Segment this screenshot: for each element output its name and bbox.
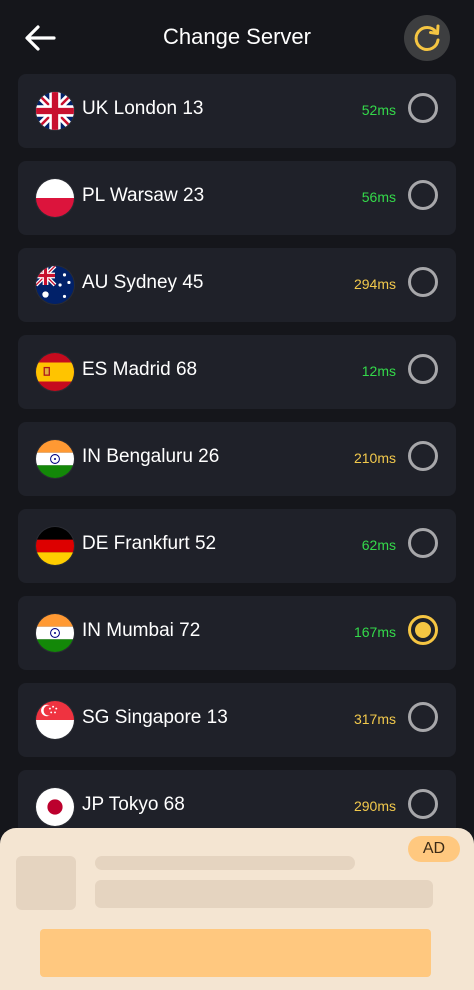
server-name: UK London 13	[82, 98, 204, 119]
server-ping: 317ms	[353, 711, 396, 727]
server-row[interactable]: SG Singapore 13 317ms	[18, 683, 456, 757]
server-row[interactable]: IN Mumbai 72 167ms	[18, 596, 456, 670]
ad-cta-button[interactable]	[40, 929, 431, 977]
ad-image-placeholder	[16, 856, 76, 910]
spain-flag-icon	[36, 353, 74, 391]
server-ping: 56ms	[361, 189, 396, 205]
server-radio-selected[interactable]	[408, 615, 438, 645]
uk-flag-icon	[36, 92, 74, 130]
server-name: AU Sydney 45	[82, 272, 204, 293]
server-ping: 290ms	[353, 798, 396, 814]
poland-flag-icon	[36, 179, 74, 217]
server-row[interactable]: PL Warsaw 23 56ms	[18, 161, 456, 235]
server-row[interactable]: ES Madrid 68 12ms	[18, 335, 456, 409]
server-name: JP Tokyo 68	[82, 794, 185, 815]
ad-title-placeholder	[95, 856, 355, 870]
server-radio[interactable]	[408, 354, 438, 384]
india-flag-icon	[36, 440, 74, 478]
refresh-icon	[414, 24, 440, 51]
server-radio[interactable]	[408, 789, 438, 819]
server-radio[interactable]	[408, 702, 438, 732]
server-name: SG Singapore 13	[82, 707, 228, 728]
server-row[interactable]: AU Sydney 45 294ms	[18, 248, 456, 322]
server-ping: 167ms	[353, 624, 396, 640]
server-ping: 12ms	[361, 363, 396, 379]
server-ping: 62ms	[361, 537, 396, 553]
japan-flag-icon	[36, 788, 74, 826]
server-name: ES Madrid 68	[82, 359, 198, 380]
server-row[interactable]: DE Frankfurt 52 62ms	[18, 509, 456, 583]
server-radio[interactable]	[408, 93, 438, 123]
server-radio[interactable]	[408, 267, 438, 297]
refresh-button[interactable]	[404, 15, 450, 61]
server-radio[interactable]	[408, 528, 438, 558]
server-ping: 294ms	[353, 276, 396, 292]
server-row[interactable]: IN Bengaluru 26 210ms	[18, 422, 456, 496]
india-flag-icon	[36, 614, 74, 652]
ad-badge: AD	[408, 836, 460, 862]
server-list: UK London 13 52ms PL Warsaw 23 56ms AU S…	[18, 74, 456, 857]
server-radio[interactable]	[408, 441, 438, 471]
server-name: PL Warsaw 23	[82, 185, 205, 206]
server-row[interactable]: UK London 13 52ms	[18, 74, 456, 148]
server-name: IN Mumbai 72	[82, 620, 201, 641]
server-ping: 210ms	[353, 450, 396, 466]
server-name: DE Frankfurt 52	[82, 533, 217, 554]
ad-text-placeholder	[95, 880, 433, 908]
germany-flag-icon	[36, 527, 74, 565]
page-title: Change Server	[163, 24, 311, 49]
server-name: IN Bengaluru 26	[82, 446, 220, 467]
australia-flag-icon	[36, 266, 74, 304]
server-radio[interactable]	[408, 180, 438, 210]
header: Change Server	[0, 0, 474, 74]
server-ping: 52ms	[361, 102, 396, 118]
singapore-flag-icon	[36, 701, 74, 739]
